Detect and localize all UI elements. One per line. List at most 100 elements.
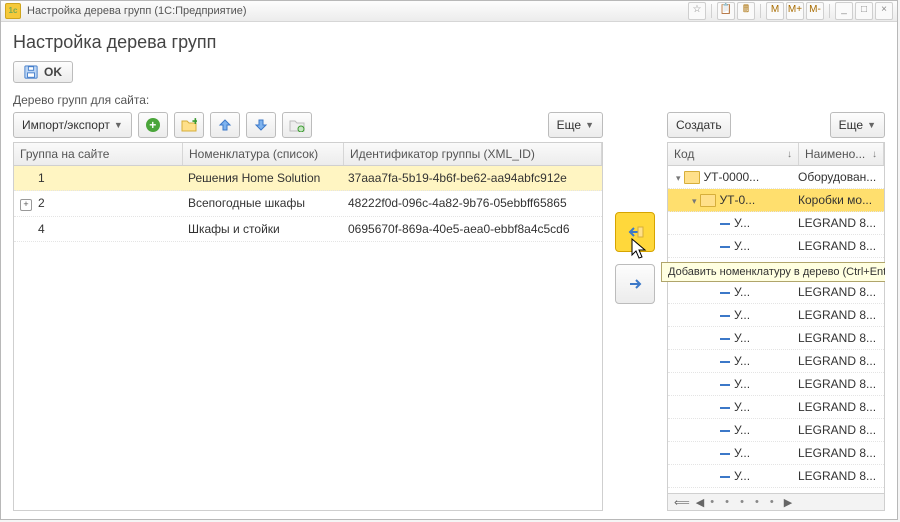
m-minus-button[interactable]: M- [806, 2, 824, 20]
col-code[interactable]: Код ↓ [668, 143, 799, 165]
clipboard-icon[interactable]: 📋 [717, 2, 735, 20]
maximize-button[interactable]: □ [855, 2, 873, 20]
row-code: У... [734, 354, 750, 368]
tree-item-row[interactable]: У...LEGRAND 8... [668, 212, 884, 235]
tree-item-row[interactable]: У...LEGRAND 8... [668, 304, 884, 327]
folder-icon [684, 171, 700, 184]
arrow-up-icon [218, 118, 232, 132]
scroll-prev-icon[interactable]: ◀ [696, 496, 704, 509]
row-code: У... [734, 285, 750, 299]
row-code: УТ-0... [720, 193, 756, 207]
plus-icon: + [146, 118, 160, 132]
row-nomen: Шкафы и стойки [182, 217, 342, 241]
tree-item-row[interactable]: У... LEGRAND 8... [668, 327, 884, 350]
col-xmlid[interactable]: Идентификатор группы (XML_ID) [344, 143, 602, 165]
right-toolbar: Создать Еще ▼ [667, 112, 885, 138]
item-icon [720, 246, 730, 248]
tree-caret-icon[interactable]: ▾ [692, 196, 697, 206]
right-more-label: Еще [839, 118, 863, 132]
left-table-header: Группа на сайте Номенклатура (список) Ид… [14, 143, 602, 166]
left-more-label: Еще [557, 118, 581, 132]
left-more-button[interactable]: Еще ▼ [548, 112, 603, 138]
row-code: У... [734, 423, 750, 437]
scroll-next-icon[interactable]: ▶ [784, 496, 792, 509]
move-up-button[interactable] [210, 112, 240, 138]
table-row[interactable]: +2Всепогодные шкафы48222f0d-096c-4a82-9b… [14, 191, 602, 217]
row-number: 2 [38, 196, 45, 210]
right-pane: Создать Еще ▼ Код ↓ На [667, 112, 885, 511]
chevron-down-icon: ▼ [114, 120, 123, 130]
item-icon [720, 315, 730, 317]
new-folder-button[interactable]: ✚ [174, 112, 204, 138]
add-button[interactable]: + [138, 112, 168, 138]
tree-item-row[interactable]: У... LEGRAND 8... [668, 373, 884, 396]
row-nomen: Всепогодные шкафы [182, 191, 342, 216]
right-table-body[interactable]: ▾УТ-0000...Оборудован...▾УТ-0...Коробки … [668, 166, 884, 493]
tree-item-row[interactable]: У...LEGRAND 8... [668, 419, 884, 442]
row-name: LEGRAND 8... [794, 351, 884, 371]
tree-item-row[interactable]: У... LEGRAND 8... [668, 281, 884, 304]
link-button[interactable] [282, 112, 312, 138]
row-name: LEGRAND 8... [794, 466, 884, 486]
sort-indicator-icon: ↓ [787, 149, 792, 160]
table-row[interactable]: 1Решения Home Solution37aaa7fa-5b19-4b6f… [14, 166, 602, 191]
item-icon [720, 453, 730, 455]
item-icon [720, 407, 730, 409]
minimize-button[interactable]: _ [835, 2, 853, 20]
left-table-body[interactable]: 1Решения Home Solution37aaa7fa-5b19-4b6f… [14, 166, 602, 510]
item-icon [720, 223, 730, 225]
col-group[interactable]: Группа на сайте [14, 143, 183, 165]
row-code: У... [734, 331, 750, 345]
app-icon: 1c [5, 3, 21, 19]
add-to-tree-button[interactable] [615, 212, 655, 252]
row-code: У... [734, 377, 750, 391]
row-name: LEGRAND 8... [794, 443, 884, 463]
favorite-icon[interactable]: ☆ [688, 2, 706, 20]
row-code: У... [734, 216, 750, 230]
tree-folder-row[interactable]: ▾УТ-0000...Оборудован... [668, 166, 884, 189]
right-scrollbar[interactable]: ⟸ ◀ • • • • • ▶ [668, 493, 884, 510]
tooltip: Добавить номенклатуру в дерево (Ctrl+Ent… [661, 262, 885, 282]
tree-caret-icon[interactable]: ▾ [676, 173, 681, 183]
create-button[interactable]: Создать [667, 112, 731, 138]
row-nomen: Решения Home Solution [182, 166, 342, 190]
row-name: LEGRAND 8... [794, 328, 884, 348]
tree-item-row[interactable]: У...LEGRAND 8... [668, 465, 884, 488]
row-name: Оборудован... [794, 167, 884, 187]
import-export-button[interactable]: Импорт/экспорт ▼ [13, 112, 132, 138]
tree-item-row[interactable]: У...LEGRAND 8... [668, 235, 884, 258]
scroll-first-icon[interactable]: ⟸ [674, 496, 690, 509]
expand-icon[interactable]: + [20, 199, 32, 211]
tree-item-row[interactable]: У... LEGRAND 8... [668, 350, 884, 373]
close-button[interactable]: × [875, 2, 893, 20]
tree-label: Дерево групп для сайта: [13, 93, 885, 107]
m-button[interactable]: M [766, 2, 784, 20]
ok-button-label: OK [44, 65, 62, 79]
row-name: LEGRAND 8... [794, 236, 884, 256]
folder-icon [700, 194, 716, 207]
move-down-button[interactable] [246, 112, 276, 138]
col-nomen[interactable]: Номенклатура (список) [183, 143, 344, 165]
row-number: 1 [38, 171, 45, 185]
app-window: 1c Настройка дерева групп (1С:Предприяти… [0, 0, 898, 520]
row-name: LEGRAND 8... [794, 282, 884, 302]
transfer-pane: Добавить номенклатуру в дерево (Ctrl+Ent… [613, 112, 657, 511]
tree-item-row[interactable]: У...LEGRAND 8... [668, 396, 884, 419]
tree-item-row[interactable]: У...LEGRAND 8... [668, 442, 884, 465]
tree-folder-row[interactable]: ▾УТ-0...Коробки мо... [668, 189, 884, 212]
scroll-dots: • • • • • [710, 496, 777, 508]
col-name[interactable]: Наимено... ↓ [799, 143, 884, 165]
calculator-icon[interactable]: 🖩 [737, 2, 755, 20]
left-toolbar: Импорт/экспорт ▼ + ✚ [13, 112, 603, 138]
import-export-label: Импорт/экспорт [22, 118, 110, 132]
ok-button[interactable]: OK [13, 61, 73, 83]
row-name: LEGRAND 8... [794, 374, 884, 394]
m-plus-button[interactable]: M+ [786, 2, 804, 20]
right-table-header: Код ↓ Наимено... ↓ [668, 143, 884, 166]
table-row[interactable]: 4Шкафы и стойки0695670f-869a-40e5-aea0-e… [14, 217, 602, 242]
remove-from-tree-button[interactable] [615, 264, 655, 304]
right-more-button[interactable]: Еще ▼ [830, 112, 885, 138]
sort-indicator-icon: ↓ [872, 149, 877, 160]
titlebar: 1c Настройка дерева групп (1С:Предприяти… [1, 1, 897, 22]
row-name: LEGRAND 8... [794, 305, 884, 325]
